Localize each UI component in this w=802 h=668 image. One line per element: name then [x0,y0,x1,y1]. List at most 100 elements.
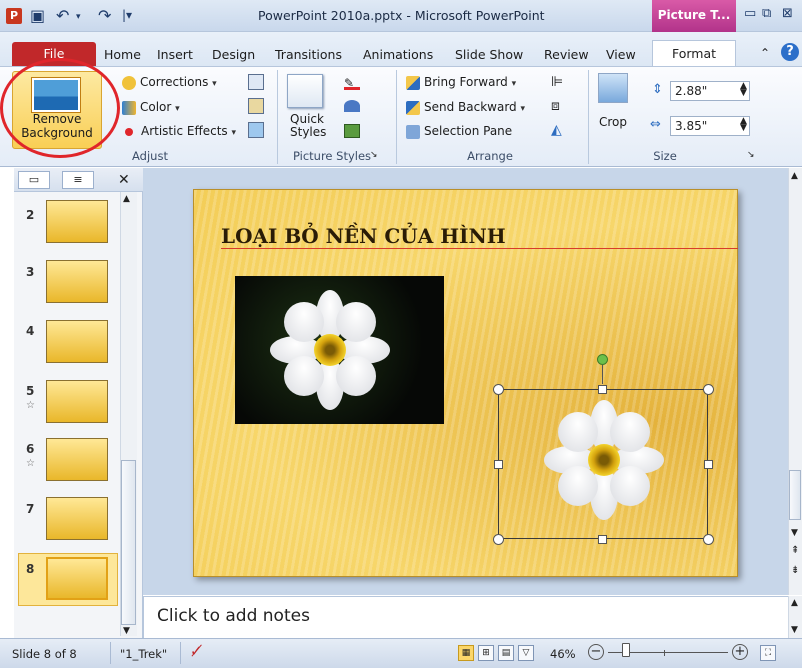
next-slide-icon[interactable]: ⇟ [791,565,799,576]
rotation-handle[interactable] [597,354,608,365]
resize-handle-bottom-right[interactable] [703,534,714,545]
picture-border-icon[interactable]: ✎ [344,76,360,90]
slides-scroll-thumb[interactable] [121,460,136,625]
corrections-button[interactable]: Corrections ▾ [122,75,217,90]
artistic-effects-button[interactable]: Artistic Effects ▾ [122,124,236,138]
help-icon[interactable]: ? [781,43,799,61]
scroll-down-arrow-icon[interactable]: ▼ [791,528,798,538]
reset-picture-icon[interactable] [248,122,264,138]
scroll-up-arrow-icon[interactable]: ▲ [791,171,798,181]
bring-forward-button[interactable]: Bring Forward ▾ [406,75,516,90]
picture-layout-icon[interactable] [344,124,360,138]
minimize-icon[interactable]: ▭ [744,6,756,21]
notes-placeholder[interactable]: Click to add notes [157,606,310,626]
height-spinner[interactable]: ▲ ▼ [740,82,747,98]
tab-format[interactable]: Format [652,40,736,67]
slide-thumbnail-selected[interactable] [46,557,108,600]
resize-handle-top-right[interactable] [703,384,714,395]
slide-show-view-icon[interactable]: ▽ [518,645,534,661]
zoom-level[interactable]: 46% [550,647,576,661]
resize-handle-left[interactable] [494,460,503,469]
artistic-effects-label: Artistic Effects [141,124,228,138]
size-dialog-launcher-icon[interactable]: ↘ [747,150,755,160]
previous-slide-icon[interactable]: ⇞ [791,545,799,556]
tab-home[interactable]: Home [104,47,141,62]
color-icon [122,100,136,115]
color-button[interactable]: Color ▾ [122,100,180,115]
slide-thumbnail[interactable] [46,260,108,303]
redo-icon[interactable]: ↷ [98,6,111,25]
scroll-down-arrow-icon[interactable]: ▼ [123,626,130,636]
tab-transitions[interactable]: Transitions [275,47,342,62]
artistic-effects-icon [125,127,133,136]
tab-animations[interactable]: Animations [363,47,433,62]
slide-thumbnail[interactable] [46,380,108,423]
powerpoint-app-icon[interactable]: P [6,8,22,24]
rotate-icon[interactable]: ◭ [551,122,562,138]
selection-pane-button[interactable]: Selection Pane [406,124,512,139]
undo-dropdown-icon[interactable]: ▾ [76,12,81,22]
tab-slide-show[interactable]: Slide Show [455,47,523,62]
zoom-in-icon[interactable]: + [732,644,748,660]
slide-title[interactable]: LOẠI BỎ NỀN CỦA HÌNH [221,224,506,248]
tab-view[interactable]: View [606,47,636,62]
resize-handle-bottom-left[interactable] [493,534,504,545]
slide-number: 2 [26,208,35,222]
resize-handle-bottom[interactable] [598,535,607,544]
save-icon[interactable]: ▣ [30,6,45,25]
slide-thumbnail[interactable] [46,200,108,243]
align-icon[interactable]: ⊫ [551,74,563,90]
close-window-icon[interactable]: ⊠ [782,6,793,21]
quick-styles-icon[interactable] [287,74,323,108]
slide-sorter-view-icon[interactable]: ⊞ [478,645,494,661]
picture-effects-icon[interactable] [344,100,360,112]
slide-number: 6 [26,442,35,456]
undo-icon[interactable]: ↶ [56,6,69,25]
fit-slide-to-window-icon[interactable]: ⛶ [760,645,776,661]
animation-star-icon: ☆ [26,400,35,411]
group-separator [588,70,589,164]
slide-thumbnail[interactable] [46,438,108,481]
selection-pane-icon [406,124,420,139]
crop-button[interactable]: Crop [599,115,627,129]
change-picture-icon[interactable] [248,98,264,114]
reading-view-icon[interactable]: ▤ [498,645,514,661]
compress-pictures-icon[interactable] [248,74,264,90]
restore-icon[interactable]: ⧉ [762,6,771,21]
width-spinner[interactable]: ▲ ▼ [740,117,747,133]
zoom-slider-thumb[interactable] [622,643,630,657]
tab-outline[interactable]: ≡ [62,171,94,189]
close-pane-icon[interactable]: ✕ [118,172,130,188]
scroll-up-arrow-icon[interactable]: ▲ [791,598,798,608]
tab-review[interactable]: Review [544,47,589,62]
scroll-up-arrow-icon[interactable]: ▲ [123,194,130,204]
group-separator [396,70,397,164]
tab-slides[interactable]: ▭ [18,171,50,189]
send-backward-label: Send Backward [424,100,517,114]
slide-thumbnail[interactable] [46,497,108,540]
rotation-line [602,365,603,384]
normal-view-icon[interactable]: ▦ [458,645,474,661]
tab-design[interactable]: Design [212,47,255,62]
slide-thumbnail[interactable] [46,320,108,363]
resize-handle-top-left[interactable] [493,384,504,395]
slide-scroll-thumb[interactable] [789,470,801,520]
corrections-label: Corrections [140,75,209,89]
spell-check-icon[interactable]: ✓̸ [190,642,203,660]
resize-handle-top[interactable] [598,385,607,394]
customize-qat-icon[interactable]: |▾ [122,8,132,22]
tab-insert[interactable]: Insert [157,47,193,62]
height-input[interactable]: 2.88" [670,81,750,101]
theme-name[interactable]: "1_Trek" [120,647,167,661]
resize-handle-right[interactable] [704,460,713,469]
quick-styles-button[interactable]: Quick Styles [290,113,326,139]
scroll-down-arrow-icon[interactable]: ▼ [791,625,798,635]
group-objects-icon[interactable]: ⧈ [551,98,560,114]
width-input[interactable]: 3.85" [670,116,750,136]
styles-dialog-launcher-icon[interactable]: ↘ [370,150,378,160]
send-backward-button[interactable]: Send Backward ▾ [406,100,525,115]
minimize-ribbon-icon[interactable]: ⌃ [760,46,770,60]
animation-star-icon: ☆ [26,458,35,469]
crop-icon[interactable] [598,73,628,103]
zoom-out-icon[interactable]: − [588,644,604,660]
